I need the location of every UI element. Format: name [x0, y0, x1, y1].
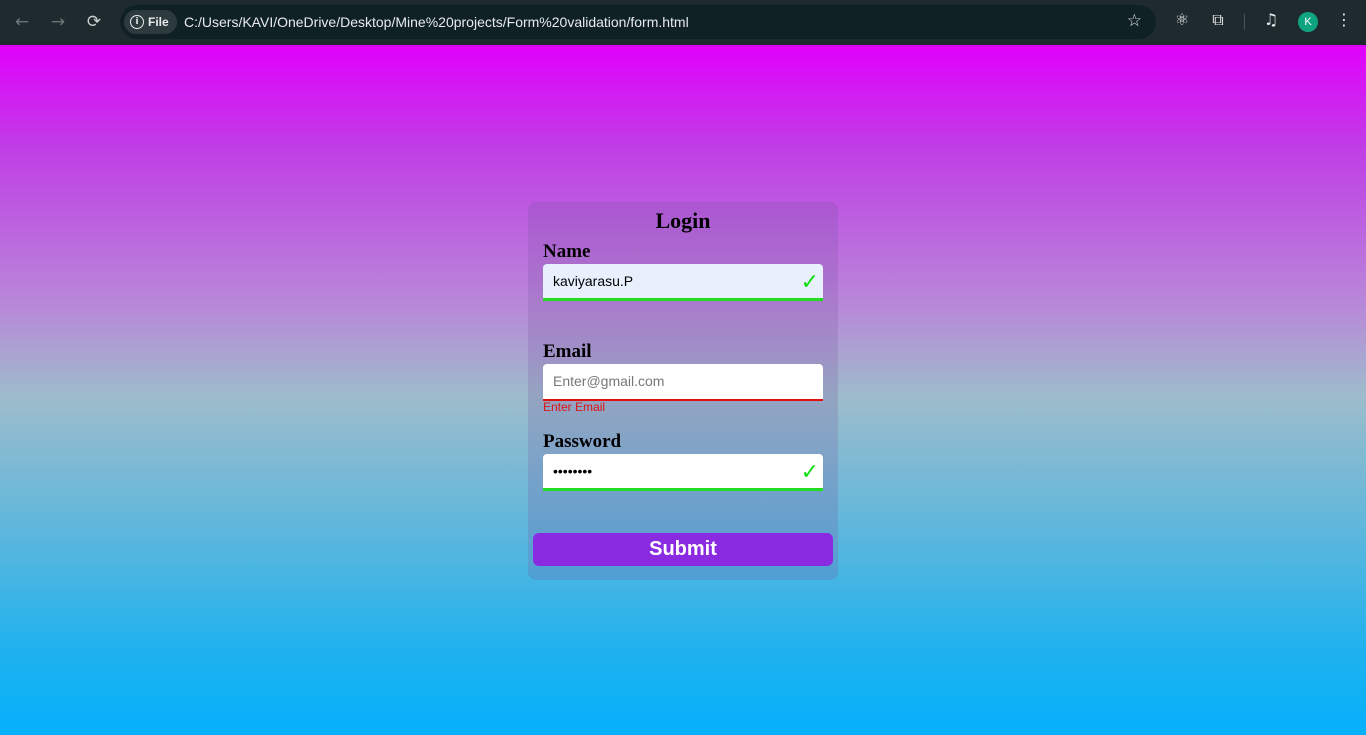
password-field[interactable]: ✓: [543, 454, 823, 491]
info-icon: i: [130, 15, 144, 29]
profile-avatar[interactable]: K: [1298, 12, 1318, 32]
toolbar-divider: [1244, 14, 1245, 30]
site-chip-label: File: [148, 15, 169, 29]
submit-button[interactable]: Submit: [533, 533, 833, 566]
name-label: Name: [543, 241, 591, 262]
password-label: Password: [543, 431, 622, 452]
media-control-icon[interactable]: ♫: [1260, 10, 1282, 29]
browser-toolbar: ← → ⟳ i File C:/Users/KAVI/OneDrive/Desk…: [0, 0, 1366, 45]
browser-menu-icon[interactable]: ⋮: [1333, 10, 1355, 29]
bookmark-star-icon[interactable]: ☆: [1127, 11, 1142, 31]
password-valid-check-icon: ✓: [800, 460, 819, 485]
extensions-icon[interactable]: ⧉: [1207, 10, 1229, 30]
page-background: Login Name ✓ Email Enter Email Password …: [0, 45, 1366, 735]
name-input[interactable]: [553, 264, 793, 298]
password-input[interactable]: [553, 454, 793, 488]
react-devtools-icon[interactable]: ⚛: [1171, 10, 1193, 29]
email-input[interactable]: [553, 364, 793, 398]
login-form-card: Login Name ✓ Email Enter Email Password …: [528, 202, 838, 580]
address-bar[interactable]: i File C:/Users/KAVI/OneDrive/Desktop/Mi…: [120, 5, 1156, 39]
reload-icon[interactable]: ⟳: [80, 8, 108, 36]
email-label: Email: [543, 341, 592, 362]
email-field[interactable]: [543, 364, 823, 401]
name-field[interactable]: ✓: [543, 264, 823, 301]
email-error-message: Enter Email: [543, 400, 606, 414]
form-title: Login: [655, 208, 711, 233]
back-arrow-icon[interactable]: ←: [8, 8, 36, 36]
site-info-chip[interactable]: i File: [124, 10, 177, 34]
forward-arrow-icon[interactable]: →: [44, 8, 72, 36]
url-text[interactable]: C:/Users/KAVI/OneDrive/Desktop/Mine%20pr…: [184, 14, 689, 30]
name-valid-check-icon: ✓: [800, 270, 819, 295]
